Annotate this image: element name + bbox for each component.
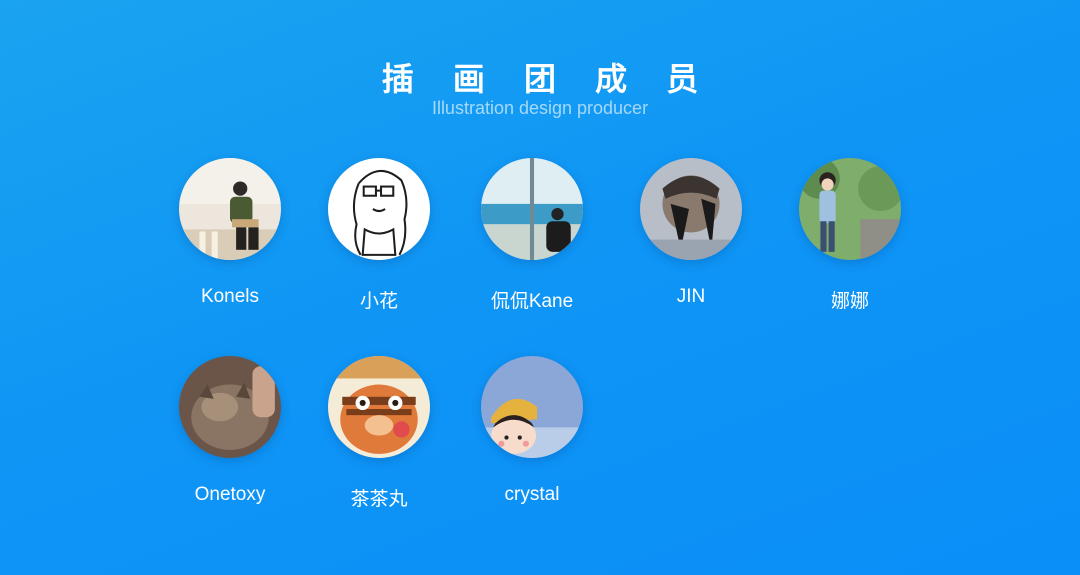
member-card-onetoxy[interactable]: Onetoxy	[150, 356, 310, 506]
member-name: 小花	[359, 291, 398, 312]
member-name: Onetoxy	[194, 484, 266, 505]
avatar-photo-konels[interactable]	[179, 158, 281, 260]
member-card-jin[interactable]: JIN	[611, 158, 771, 308]
member-name: crystal	[504, 484, 560, 505]
member-name: 娜娜	[830, 291, 869, 312]
member-name: Konels	[200, 286, 260, 307]
avatar-photo-onetoxy[interactable]	[179, 356, 281, 458]
member-name: JIN	[676, 286, 706, 307]
avatar-illustration-chachawan[interactable]	[328, 356, 430, 458]
avatar-photo-nana[interactable]	[799, 158, 901, 260]
member-name: 茶茶丸	[350, 489, 408, 510]
avatar-sketch-xiaohua[interactable]	[328, 158, 430, 260]
member-card-chachawan[interactable]: 茶茶丸	[299, 356, 459, 511]
member-card-kane[interactable]: 侃侃Kane	[452, 158, 612, 313]
member-name: 侃侃Kane	[490, 291, 574, 312]
section-title: 插 画 团 成 员	[381, 60, 713, 98]
member-card-crystal[interactable]: crystal	[452, 356, 612, 506]
avatar-photo-kane[interactable]	[481, 158, 583, 260]
member-card-xiaohua[interactable]: 小花	[299, 158, 459, 313]
section-subtitle: Illustration design producer	[431, 98, 649, 118]
avatar-illustration-crystal[interactable]	[481, 356, 583, 458]
member-card-konels[interactable]: Konels	[150, 158, 310, 308]
avatar-photo-jin[interactable]	[640, 158, 742, 260]
member-card-nana[interactable]: 娜娜	[770, 158, 930, 313]
